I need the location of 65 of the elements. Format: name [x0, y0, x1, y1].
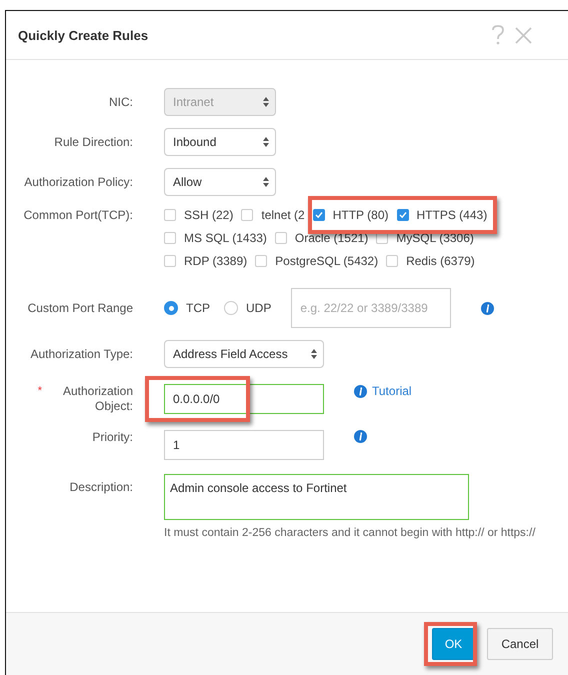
checkbox-icon[interactable]	[274, 232, 287, 244]
dropdown-select[interactable]: Inbound	[164, 128, 276, 156]
port-checkbox[interactable]: telnet (2	[241, 208, 305, 222]
checkbox-icon[interactable]	[164, 232, 176, 244]
checkbox-label: SSH (22)	[184, 208, 234, 222]
port-checkbox[interactable]: HTTP (80)	[312, 208, 389, 222]
field-label: Authorization Policy:	[24, 174, 133, 190]
protocol-radio[interactable]: TCP	[164, 301, 210, 315]
checkbox-label: MS SQL (1433)	[184, 231, 267, 245]
dropdown-caret-icon	[263, 177, 269, 187]
checkbox-icon[interactable]	[396, 209, 409, 221]
port-range-field[interactable]: e.g. 22/22 or 3389/3389	[291, 288, 452, 328]
protocol-radio[interactable]: UDP	[224, 301, 272, 315]
checkbox-label: Redis (6379)	[406, 254, 475, 268]
port-checkbox[interactable]: Oracle (1521)	[274, 231, 368, 245]
dropdown-select[interactable]: Allow	[164, 168, 276, 196]
cancel-button[interactable]: Cancel	[487, 628, 553, 660]
port-checkbox[interactable]: HTTPS (443)	[396, 208, 488, 222]
checkbox-label: HTTP (80)	[332, 208, 389, 222]
text-field[interactable]: 1	[164, 430, 324, 460]
dialog-title: Quickly Create Rules	[18, 28, 148, 42]
info-icon[interactable]	[481, 302, 494, 314]
checkbox-label: telnet (2	[261, 208, 305, 222]
port-checkbox[interactable]: MS SQL (1433)	[164, 231, 267, 245]
help-icon[interactable]	[491, 25, 505, 45]
dropdown-caret-icon	[263, 97, 269, 107]
checkbox-label: Oracle (1521)	[294, 231, 368, 245]
required-mark: *	[38, 384, 42, 399]
field-label: Common Port(TCP):	[24, 208, 133, 223]
helper-text: It must contain 2-256 characters and it cannot begin with http:// or https://	[164, 527, 536, 539]
field-label: Priority:	[92, 430, 133, 445]
checkbox-icon[interactable]	[241, 209, 254, 221]
dropdown-select[interactable]: Address Field Access	[164, 340, 324, 368]
description-field[interactable]: Admin console access to Fortinet	[164, 474, 469, 520]
close-icon[interactable]	[515, 26, 532, 44]
radio-label: UDP	[246, 301, 272, 315]
checkbox-icon[interactable]	[386, 255, 398, 267]
field-label: Description:	[70, 480, 133, 495]
checkbox-label: PostgreSQL (5432)	[275, 254, 378, 268]
info-icon[interactable]	[354, 384, 367, 398]
port-checkbox[interactable]: SSH (22)	[164, 208, 234, 222]
radio-icon[interactable]	[164, 301, 178, 315]
field-label: Custom Port Range	[28, 300, 133, 316]
checkbox-icon[interactable]	[312, 209, 325, 221]
checkbox-label: RDP (3389)	[184, 254, 248, 268]
field-label: Rule Direction:	[54, 134, 133, 150]
radio-label: TCP	[186, 301, 210, 315]
port-checkbox[interactable]: PostgreSQL (5432)	[255, 254, 378, 268]
text-field[interactable]: 0.0.0.0/0	[164, 384, 324, 414]
checkbox-icon[interactable]	[164, 209, 176, 221]
dropdown-caret-icon	[263, 137, 269, 147]
checkbox-icon[interactable]	[164, 255, 176, 267]
checkbox-label: MySQL (3306)	[396, 231, 474, 245]
field-label: Authorization Type:	[30, 346, 133, 362]
port-checkbox[interactable]: Redis (6379)	[386, 254, 475, 268]
port-checkbox[interactable]: RDP (3389)	[164, 254, 248, 268]
checkbox-icon[interactable]	[255, 255, 268, 267]
field-label: Authorization Object:	[62, 384, 133, 414]
info-icon[interactable]	[354, 430, 367, 443]
field-label: NIC:	[109, 94, 133, 110]
dropdown-caret-icon	[311, 349, 317, 359]
port-checkbox[interactable]: MySQL (3306)	[376, 231, 474, 245]
checkbox-label: HTTPS (443)	[416, 208, 488, 222]
tutorial-link[interactable]: Tutorial	[372, 384, 412, 398]
radio-icon[interactable]	[224, 301, 238, 315]
